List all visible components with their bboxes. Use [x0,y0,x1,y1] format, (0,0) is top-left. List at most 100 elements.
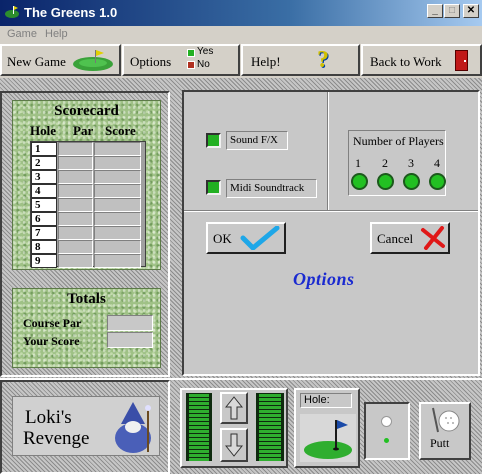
par-cell [58,254,93,268]
options-panel: Sound F/X Midi Soundtrack Number of Play… [182,90,480,376]
hole-number: 6 [31,212,57,226]
par-cell [58,212,93,226]
window-title: The Greens 1.0 [24,5,118,20]
menu-game[interactable]: Game [7,28,37,40]
new-game-button[interactable]: New Game [0,44,121,76]
score-cell [94,212,141,226]
arrow-up-icon [225,396,243,420]
totals-title: Totals [67,291,106,307]
hole-number: 1 [31,142,57,156]
options-label: Options [130,54,172,69]
maximize-button[interactable]: □ [444,4,460,18]
ball-marker-icon [384,438,389,443]
hole-number: 7 [31,226,57,240]
sound-fx-label: Sound F/X [226,131,288,150]
putt-label: Putt [430,436,450,450]
par-cell [58,226,93,240]
ok-label: OK [213,231,232,246]
hole-number: 8 [31,240,57,254]
back-to-work-label: Back to Work [370,54,442,69]
yes-indicator-icon [187,49,195,57]
course-par-label: Course Par [23,316,82,330]
app-icon [5,6,19,18]
score-cell [94,240,141,254]
green-flag-icon [300,414,356,462]
table-row: 1 [31,142,141,157]
legend-no: No [197,59,210,70]
scorecard-title: Scorecard [54,103,119,119]
table-row: 7 [31,226,141,241]
score-cell [94,142,141,156]
par-cell [58,184,93,198]
checkmark-icon [240,226,280,250]
arrow-down-icon [225,433,243,457]
title-bar: The Greens 1.0 _ □ ✕ [0,0,482,26]
score-cell [94,156,141,170]
course-par-field [107,315,153,331]
score-cell [94,254,141,268]
table-row: 8 [31,240,141,255]
score-cell [94,198,141,212]
midi-soundtrack-label: Midi Soundtrack [226,179,317,198]
player-4-radio[interactable] [429,173,446,190]
x-mark-icon [421,226,445,250]
par-cell [58,170,93,184]
your-score-label: Your Score [23,334,80,348]
table-row: 4 [31,184,141,199]
hole-number: 5 [31,198,57,212]
header-hole: Hole [30,123,56,138]
score-cell [94,170,141,184]
hole-display: Hole: [294,388,360,468]
no-indicator-icon [187,61,195,69]
divider [184,210,478,212]
sound-fx-checkbox[interactable] [206,133,221,148]
scorecard-panel: Scorecard Hole Par Score 1 2 3 4 5 6 7 8… [12,100,161,270]
door-icon [455,50,468,71]
cancel-label: Cancel [377,231,414,246]
lokis-revenge-logo: Loki's Revenge [12,396,160,456]
menu-bar: Game Help [0,26,482,43]
score-cell [94,226,141,240]
par-cell [58,156,93,170]
back-to-work-button[interactable]: Back to Work [361,44,482,76]
wizard-icon [115,402,151,453]
player-3-radio[interactable] [403,173,420,190]
table-row: 3 [31,170,141,185]
logo-line-1: Loki's [25,407,72,428]
par-cell [58,240,93,254]
help-button[interactable]: Help! ? [241,44,360,76]
ok-button[interactable]: OK [206,222,286,254]
logo-line-2: Revenge [23,428,90,449]
player-3-label: 3 [408,156,414,170]
table-row: 2 [31,156,141,171]
close-button[interactable]: ✕ [463,4,479,18]
arrow-down-button[interactable] [220,428,248,462]
ball-icon [381,416,392,427]
golf-ball-club-icon [432,407,460,433]
green-icon [73,50,113,71]
player-4-label: 4 [434,156,440,170]
hole-label: Hole: [300,393,352,408]
menu-help[interactable]: Help [45,28,68,40]
players-group: Number of Players 1 2 3 4 [348,130,446,196]
player-1-radio[interactable] [351,173,368,190]
minimize-button[interactable]: _ [427,4,443,18]
your-score-field [107,332,153,348]
hole-number: 4 [31,184,57,198]
table-row: 9 [31,254,141,269]
table-row: 6 [31,212,141,227]
cancel-button[interactable]: Cancel [370,222,450,254]
putt-button[interactable]: Putt [419,402,471,460]
par-cell [58,198,93,212]
midi-soundtrack-checkbox[interactable] [206,180,221,195]
arrow-up-button[interactable] [220,392,248,424]
totals-panel: Totals Course Par Your Score [12,288,161,368]
power-meter-right [256,393,284,461]
options-button[interactable]: Options Yes No [122,44,240,76]
table-row: 5 [31,198,141,213]
hole-number: 2 [31,156,57,170]
players-label: Number of Players [353,134,444,148]
player-2-radio[interactable] [377,173,394,190]
score-cell [94,184,141,198]
power-meter-left [186,393,212,461]
